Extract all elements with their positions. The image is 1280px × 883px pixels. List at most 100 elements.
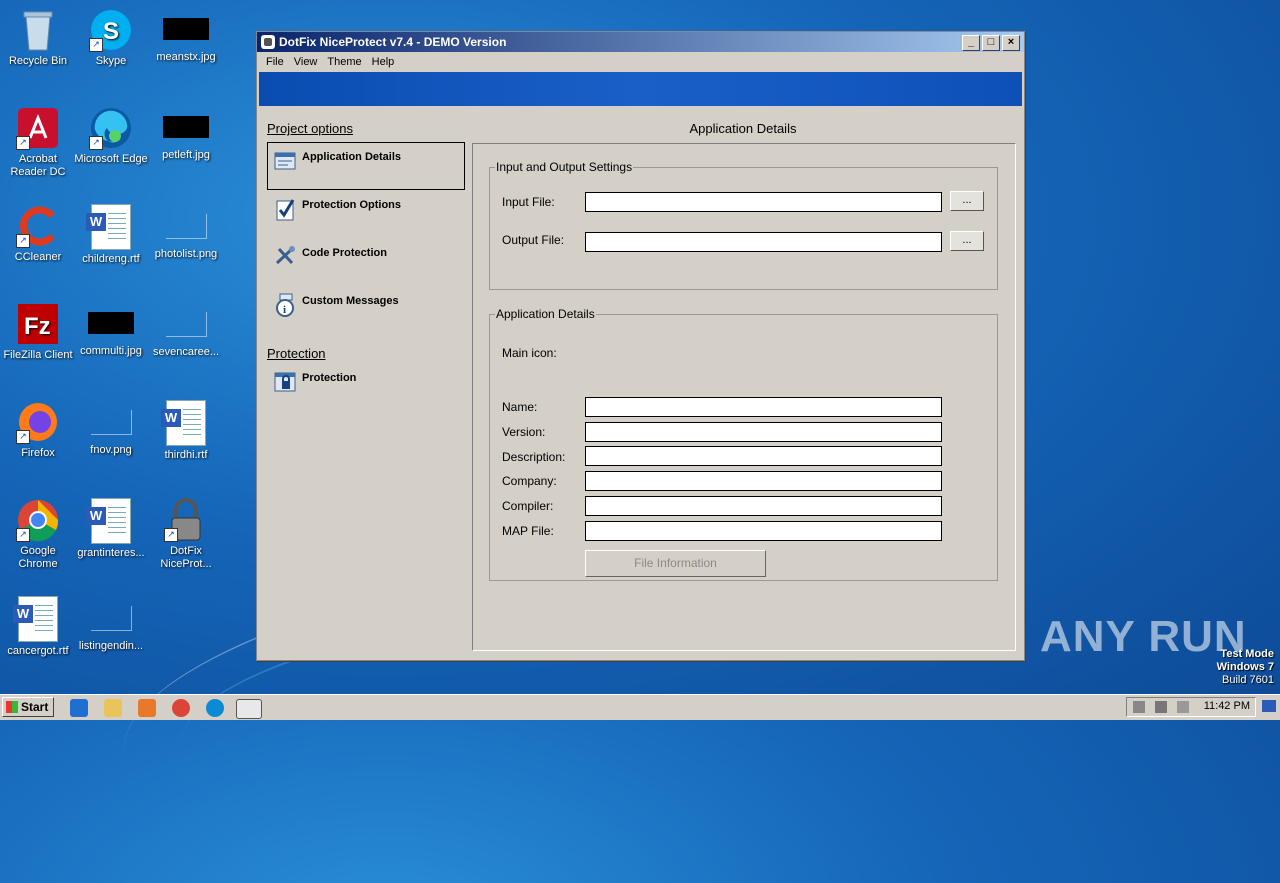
desktop-icon-listingendin[interactable]: listingendin... [73, 596, 149, 653]
desktop-icon-recycle-bin[interactable]: Recycle Bin [0, 8, 76, 68]
shortcut-arrow-icon: ↗ [164, 528, 178, 542]
description-label: Description: [502, 450, 566, 464]
desktop-icon-sevencaree[interactable]: sevencaree... [148, 302, 224, 359]
desktop-icon-dotfix[interactable]: ↗ DotFix NiceProt... [148, 498, 224, 571]
options-sidebar: Project options Application Details Prot… [267, 121, 467, 415]
shortcut-arrow-icon: ↗ [89, 136, 103, 150]
desktop-icon-label: sevencaree... [152, 346, 220, 358]
output-file-label: Output File: [502, 233, 565, 247]
browse-input-button[interactable]: ... [950, 191, 984, 211]
svg-text:S: S [103, 18, 119, 45]
compiler-field[interactable] [585, 496, 942, 516]
windows-version-line: Windows 7 [1216, 661, 1274, 673]
project-options-header[interactable]: Project options [267, 121, 467, 136]
desktop-icon-meanstx[interactable]: meanstx.jpg [148, 8, 224, 64]
shortcut-arrow-icon: ↗ [16, 528, 30, 542]
desktop-icon-chrome[interactable]: ↗ Google Chrome [0, 498, 76, 571]
close-button[interactable]: × [1002, 35, 1020, 51]
desktop-icon-label: grantinteres... [77, 547, 145, 559]
nav-application-details[interactable]: Application Details [267, 142, 465, 190]
shortcut-arrow-icon: ↗ [16, 234, 30, 248]
menu-help[interactable]: Help [367, 56, 400, 68]
ie-icon[interactable] [70, 699, 88, 717]
desktop-icon-petleft[interactable]: petleft.jpg [148, 106, 224, 162]
name-field[interactable] [585, 397, 942, 417]
flag-icon[interactable] [1177, 701, 1189, 713]
minimize-button[interactable]: _ [962, 35, 980, 51]
desktop-icon-fnov[interactable]: fnov.png [73, 400, 149, 457]
image-thumbnail-icon [165, 312, 207, 337]
media-player-icon[interactable] [138, 699, 156, 717]
output-file-field[interactable] [585, 232, 942, 252]
input-file-field[interactable] [585, 192, 942, 212]
menu-view[interactable]: View [289, 56, 323, 68]
description-field[interactable] [585, 446, 942, 466]
nav-code-protection[interactable]: Code Protection [267, 238, 467, 286]
desktop-icon-skype[interactable]: S ↗ Skype [73, 8, 149, 68]
desktop-icon-label: meanstx.jpg [156, 51, 216, 63]
name-label: Name: [502, 400, 538, 414]
desktop-icon-label: CCleaner [14, 251, 62, 263]
desktop-icon-edge[interactable]: ↗ Microsoft Edge [73, 106, 149, 166]
edge-icon: ↗ [89, 106, 133, 150]
window-title: DotFix NiceProtect v7.4 - DEMO Version [279, 35, 507, 49]
map-file-field[interactable] [585, 521, 942, 541]
desktop-icon-ccleaner[interactable]: ↗ CCleaner [0, 204, 76, 264]
info-icon: i [274, 293, 296, 317]
nav-custom-messages[interactable]: i Custom Messages [267, 286, 467, 334]
maximize-button[interactable]: □ [982, 35, 1000, 51]
niceprotect-task-icon[interactable] [236, 699, 262, 719]
browse-output-button[interactable]: ... [950, 231, 984, 251]
version-label: Version: [502, 425, 546, 439]
desktop-icon-label: Acrobat Reader DC [10, 153, 66, 178]
start-button[interactable]: Start [2, 697, 54, 717]
chrome-icon: ↗ [16, 498, 60, 542]
desktop-icon-cancergot[interactable]: W cancergot.rtf [0, 596, 76, 658]
menu-theme[interactable]: Theme [322, 56, 366, 68]
desktop-icon-label: photolist.png [154, 248, 218, 260]
explorer-icon[interactable] [104, 699, 122, 717]
lock-icon: ↗ [164, 498, 208, 542]
protection-header[interactable]: Protection [267, 346, 467, 361]
desktop-icon-grantinteres[interactable]: W grantinteres... [73, 498, 149, 560]
word-document-icon: W [13, 596, 58, 642]
main-icon-label: Main icon: [502, 346, 557, 360]
company-field[interactable] [585, 471, 942, 491]
nav-protection-options[interactable]: Protection Options [267, 190, 467, 238]
checklist-icon [274, 197, 296, 221]
word-document-icon: W [86, 204, 131, 250]
clock[interactable]: 11:42 PM [1204, 700, 1250, 712]
test-mode-notice: Test Mode Windows 7 Build 7601 [1217, 648, 1274, 687]
nav-label: Custom Messages [302, 295, 399, 307]
desktop-icon-label: childreng.rtf [82, 253, 140, 265]
nav-label: Protection [302, 372, 357, 384]
edge-icon[interactable] [206, 699, 224, 717]
desktop-icon-thirdhi[interactable]: W thirdhi.rtf [148, 400, 224, 462]
title-bar[interactable]: DotFix NiceProtect v7.4 - DEMO Version _… [257, 32, 1024, 52]
version-field[interactable] [585, 422, 942, 442]
network-icon[interactable] [1155, 701, 1167, 713]
build-line: Build 7601 [1222, 674, 1274, 686]
volume-icon[interactable] [1133, 701, 1145, 713]
desktop-icon-childreng[interactable]: W childreng.rtf [73, 204, 149, 266]
desktop-icon-commulti[interactable]: commulti.jpg [73, 302, 149, 358]
details-panel: Input and Output Settings Input File: ..… [472, 143, 1016, 651]
menu-file[interactable]: File [261, 56, 289, 68]
desktop-icon-filezilla[interactable]: Fz FileZilla Client [0, 302, 76, 362]
desktop-icon-photolist[interactable]: photolist.png [148, 204, 224, 261]
desktop-icon-label: cancergot.rtf [7, 645, 69, 657]
desktop-icon-label: FileZilla Client [3, 349, 73, 361]
chrome-icon[interactable] [172, 699, 190, 717]
file-information-button[interactable]: File Information [585, 550, 766, 577]
desktop-icon-firefox[interactable]: ↗ Firefox [0, 400, 76, 460]
desktop-icon-acrobat[interactable]: ↗ Acrobat Reader DC [0, 106, 76, 179]
image-thumbnail-icon [88, 312, 134, 334]
company-label: Company: [502, 474, 557, 488]
desktop-icon-label: DotFix NiceProt... [160, 545, 212, 570]
image-thumbnail-icon [163, 116, 209, 138]
header-banner [259, 72, 1022, 106]
desktop-icon-label: thirdhi.rtf [164, 449, 208, 461]
group-legend: Input and Output Settings [496, 160, 633, 174]
show-desktop-icon[interactable] [1262, 700, 1276, 712]
nav-protection[interactable]: Protection [267, 367, 467, 415]
